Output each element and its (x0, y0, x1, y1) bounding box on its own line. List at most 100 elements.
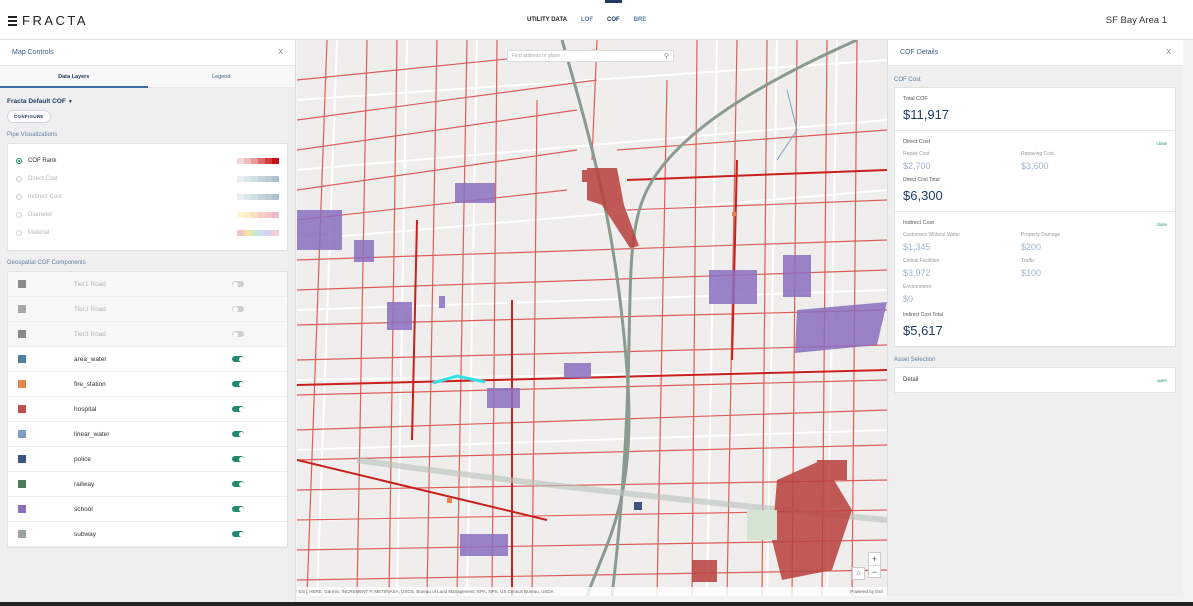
zoom-out-button[interactable]: − (869, 565, 880, 577)
toggle-switch[interactable] (232, 306, 244, 312)
ramp-swatch (265, 194, 272, 200)
viz-option[interactable]: Direct Cost (16, 170, 279, 188)
toggle-switch[interactable] (232, 531, 244, 537)
ramp-swatch (258, 158, 265, 164)
nav-cof[interactable]: COF (600, 0, 627, 40)
preset-dropdown[interactable]: Fracta Default COF ▼ (7, 98, 295, 105)
asset-card: Detail open (894, 367, 1176, 393)
cof-details-panel: COF Details X COF Cost Total COF $11,917… (887, 40, 1183, 596)
color-ramp (237, 212, 279, 218)
nav-utility-data[interactable]: UTILITY DATA (520, 0, 574, 40)
nav-lof[interactable]: LOF (574, 0, 600, 40)
direct-total-value: $6,300 (903, 188, 943, 203)
component-swatch (18, 455, 26, 463)
ramp-swatch (258, 230, 265, 236)
component-name: Tier2 Road (74, 305, 106, 313)
ramp-swatch (258, 176, 265, 182)
nav-bre[interactable]: BRE (627, 0, 654, 40)
radio-icon[interactable] (16, 194, 22, 200)
tab-legend[interactable]: Legend (148, 66, 296, 87)
component-name: school (74, 505, 93, 513)
component-name: area_water (74, 355, 107, 363)
ramp-swatch (272, 212, 279, 218)
zoom-control: + − (868, 552, 881, 578)
detail-row[interactable]: Detail open (895, 368, 1175, 392)
tab-data-layers[interactable]: Data Layers (0, 66, 148, 88)
toggle-switch[interactable] (232, 456, 244, 462)
map-canvas[interactable] (297, 40, 887, 596)
logo-mark-icon (8, 15, 17, 26)
color-ramp (237, 230, 279, 236)
close-icon[interactable]: X (278, 49, 283, 56)
component-swatch (18, 530, 26, 538)
property-label: Property Damage (1021, 232, 1061, 238)
toggle-switch[interactable] (232, 431, 244, 437)
viz-option[interactable]: Indirect Cost (16, 188, 279, 206)
radio-icon[interactable] (16, 230, 22, 236)
total-cof-block: Total COF $11,917 (895, 88, 1175, 131)
main-nav: UTILITY DATA LOF COF BRE (520, 0, 653, 40)
app-logo[interactable]: FRACTA (8, 13, 88, 28)
toggle-switch[interactable] (232, 281, 244, 287)
ramp-swatch (265, 230, 272, 236)
toggle-switch[interactable] (232, 406, 244, 412)
component-swatch (18, 305, 26, 313)
attribution-text: Esri, HERE, Garmin, INCREMENT P, METI/NA… (299, 589, 554, 594)
cof-details-header: COF Details X (888, 40, 1183, 66)
repair-cost-label: Repair Cost (903, 151, 930, 157)
component-row: Tier1 Road (8, 272, 287, 297)
map-controls-header: Map Controls X (0, 40, 295, 66)
ramp-swatch (244, 230, 251, 236)
caret-down-icon: ▼ (67, 98, 73, 105)
ramp-swatch (244, 158, 251, 164)
logo-text: FRACTA (22, 13, 89, 28)
component-row: area_water (8, 347, 287, 372)
viz-option[interactable]: COF Rank (16, 152, 279, 170)
viz-option[interactable]: Diameter (16, 206, 279, 224)
ramp-swatch (258, 194, 265, 200)
viz-option-label: COF Rank (28, 158, 57, 164)
close-icon[interactable]: X (1166, 49, 1171, 56)
toggle-switch[interactable] (232, 381, 244, 387)
map-view[interactable]: Find address or place ⚲ + − ⌂ Esri, HERE… (297, 40, 887, 596)
toggle-switch[interactable] (232, 331, 244, 337)
bottom-border (0, 602, 1193, 606)
search-icon[interactable]: ⚲ (664, 52, 669, 60)
customers-label: Customers Without Water (903, 232, 961, 238)
configure-button[interactable]: CONFIGURE (7, 110, 51, 123)
component-row: Tier3 Road (8, 322, 287, 347)
detail-open-link[interactable]: open (1157, 378, 1167, 383)
direct-close-link[interactable]: close (1156, 141, 1167, 146)
radio-icon[interactable] (16, 176, 22, 182)
toggle-switch[interactable] (232, 356, 244, 362)
component-row: hospital (8, 397, 287, 422)
viz-option-label: Diameter (28, 212, 53, 218)
address-search-input[interactable]: Find address or place ⚲ (507, 50, 674, 62)
zoom-in-button[interactable]: + (869, 553, 880, 565)
components-card: Tier1 Road Tier2 Road Tier3 Road area_water… (7, 271, 288, 548)
component-name: hospital (74, 405, 97, 413)
component-row: police (8, 447, 287, 472)
customers-value: $1,345 (903, 242, 931, 252)
ramp-swatch (251, 176, 258, 182)
indirect-close-link[interactable]: close (1156, 222, 1167, 227)
radio-icon[interactable] (16, 212, 22, 218)
component-name: police (74, 455, 91, 463)
ramp-swatch (237, 230, 244, 236)
component-swatch (18, 355, 26, 363)
toggle-switch[interactable] (232, 506, 244, 512)
component-row: Tier2 Road (8, 297, 287, 322)
home-icon[interactable]: ⌂ (852, 567, 865, 580)
ramp-swatch (265, 158, 272, 164)
viz-option[interactable]: Material (16, 224, 279, 242)
ramp-swatch (251, 194, 258, 200)
toggle-switch[interactable] (232, 481, 244, 487)
ramp-swatch (251, 212, 258, 218)
radio-icon[interactable] (16, 158, 22, 164)
powered-by[interactable]: Powered by Esri (850, 589, 883, 594)
ramp-swatch (258, 212, 265, 218)
ramp-swatch (265, 176, 272, 182)
component-swatch (18, 505, 26, 513)
map-attribution: Esri, HERE, Garmin, INCREMENT P, METI/NA… (297, 587, 887, 596)
region-selector[interactable]: SF Bay Area 1 (1106, 15, 1167, 26)
